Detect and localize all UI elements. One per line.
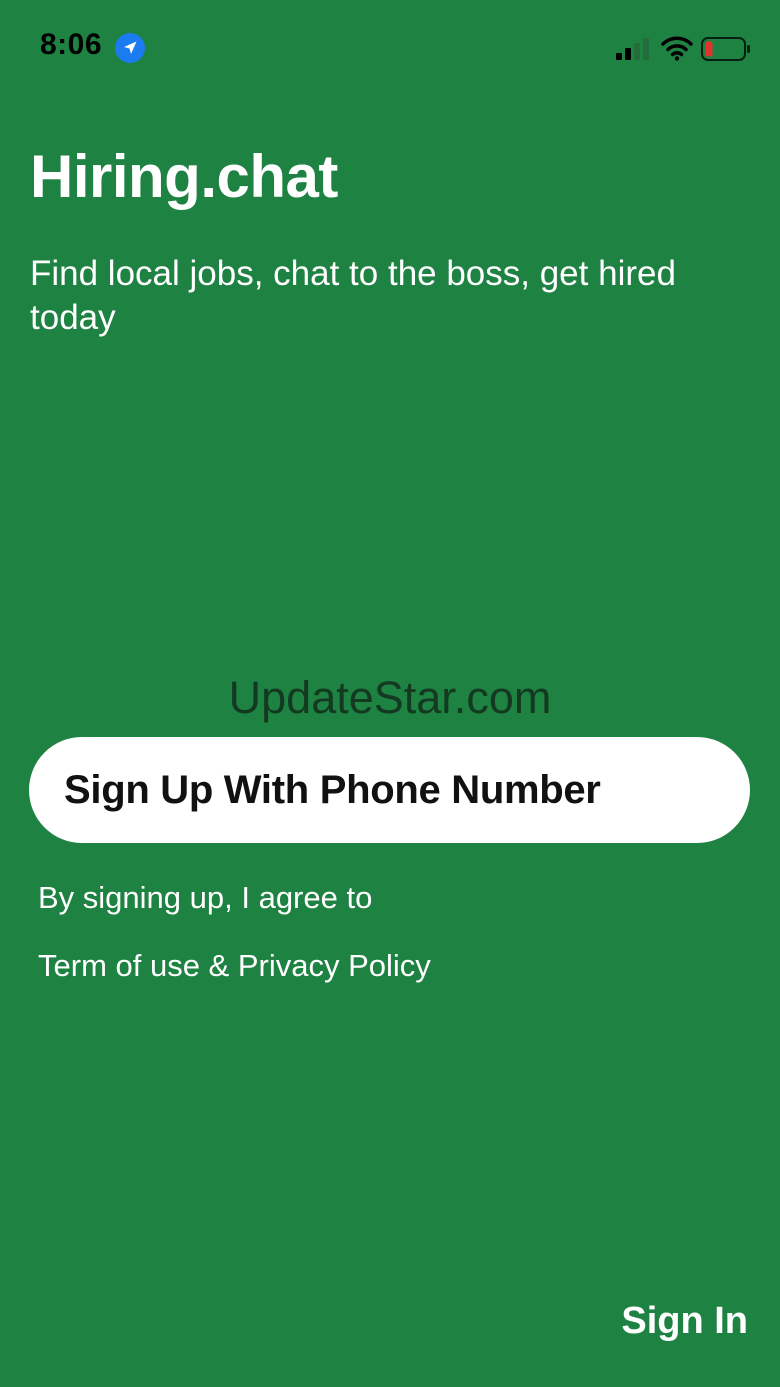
watermark: UpdateStar.com — [228, 672, 552, 723]
battery-low-icon — [701, 37, 750, 61]
sign-up-phone-label: Sign Up With Phone Number — [64, 767, 601, 812]
app-title: Hiring.chat — [30, 143, 338, 210]
cellular-signal-icon — [616, 38, 649, 60]
wifi-icon — [661, 36, 693, 61]
agree-text: By signing up, I agree to — [38, 880, 373, 915]
location-arrow-icon — [115, 33, 145, 63]
tagline: Find local jobs, chat to the boss, get h… — [30, 254, 676, 337]
sign-in-button[interactable]: Sign In — [621, 1300, 748, 1343]
sign-up-phone-button[interactable]: Sign Up With Phone Number — [29, 737, 750, 843]
status-time: 8:06 — [40, 28, 103, 61]
terms-privacy-link[interactable]: Term of use & Privacy Policy — [38, 948, 431, 984]
status-bar: 8:06 — [0, 0, 780, 96]
